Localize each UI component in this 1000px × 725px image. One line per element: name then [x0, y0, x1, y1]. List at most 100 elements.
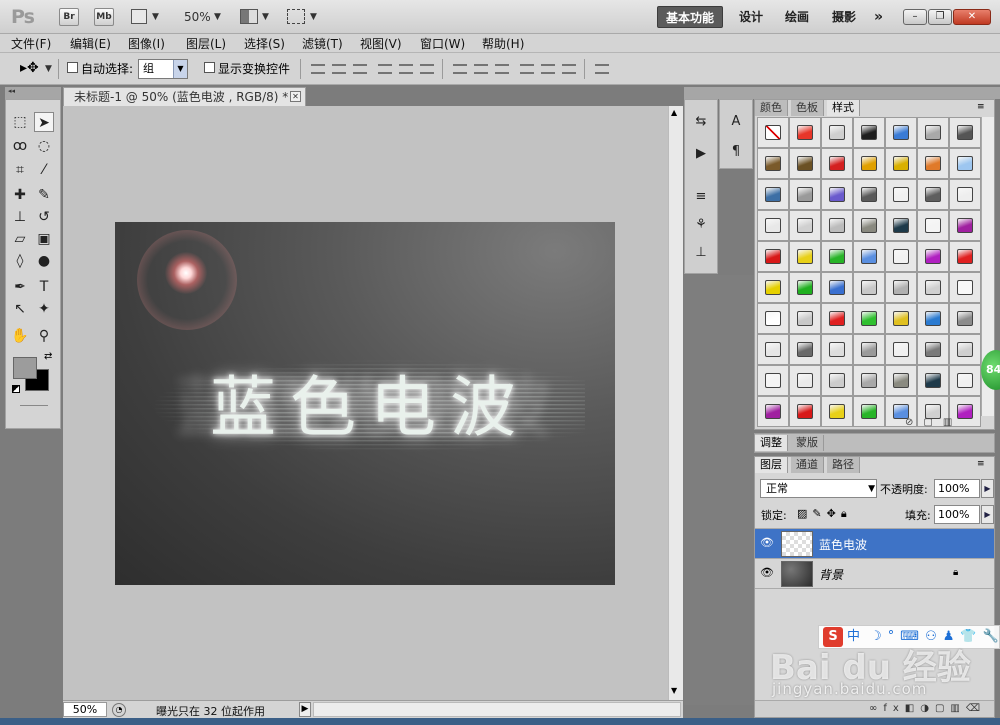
style-swatch[interactable] [853, 210, 885, 241]
align-top-icon[interactable] [311, 64, 325, 74]
workspace-photography[interactable]: 摄影 [824, 6, 864, 28]
style-swatch[interactable] [949, 117, 981, 148]
tab-masks[interactable]: 蒙版 [791, 435, 824, 451]
more-workspaces-button[interactable]: » [866, 6, 891, 28]
style-swatch[interactable] [949, 179, 981, 210]
workspace-design[interactable]: 设计 [731, 6, 771, 28]
distribute-center-icon[interactable] [474, 64, 488, 74]
style-swatch[interactable] [757, 365, 789, 396]
style-swatch[interactable] [821, 334, 853, 365]
brush-tool-icon[interactable]: ✎ [34, 185, 54, 205]
view-extras-icon[interactable] [131, 9, 147, 24]
lasso-tool-icon[interactable]: ꝏ [10, 136, 30, 156]
auto-select-target-select[interactable]: 组 ▼ [138, 59, 188, 79]
menu-image[interactable]: 图像(I) [128, 35, 165, 52]
history-panel-icon[interactable]: ⇆ [688, 110, 714, 134]
mini-bridge-button[interactable]: Mb [94, 8, 114, 26]
eye-icon[interactable]: 👁︎ [759, 566, 775, 580]
minimize-button[interactable]: – [903, 9, 927, 25]
foreground-color-swatch[interactable] [13, 357, 37, 379]
close-button[interactable]: ✕ [953, 9, 991, 25]
style-swatch[interactable] [885, 365, 917, 396]
style-swatch[interactable] [853, 303, 885, 334]
style-swatch[interactable] [949, 303, 981, 334]
chevron-down-icon[interactable]: ▼ [45, 64, 52, 74]
style-swatch[interactable] [917, 117, 949, 148]
menu-select[interactable]: 选择(S) [244, 35, 285, 52]
layers-footer-icons[interactable]: ∞fx◧◑▢▥⌫ [755, 700, 994, 717]
style-swatch[interactable] [853, 334, 885, 365]
style-swatch[interactable] [757, 148, 789, 179]
paragraph-panel-icon[interactable]: ¶ [723, 140, 749, 164]
style-swatch[interactable] [917, 241, 949, 272]
arrange-documents-icon[interactable] [240, 9, 258, 24]
style-swatch[interactable] [853, 365, 885, 396]
tab-color[interactable]: 颜色 [755, 100, 788, 116]
workspace-painting[interactable]: 绘画 [777, 6, 817, 28]
collapsed-panels-header[interactable] [684, 87, 754, 99]
style-swatch[interactable] [917, 272, 949, 303]
style-swatch[interactable] [821, 241, 853, 272]
custom-shape-icon[interactable]: ✦ [34, 299, 54, 319]
styles-footer-icons[interactable]: ⊘▢▥ [905, 417, 962, 428]
marquee-tool-icon[interactable]: ⬚ [10, 112, 30, 132]
style-swatch[interactable] [885, 148, 917, 179]
brush-presets-icon[interactable]: ≡ [688, 185, 714, 209]
align-right-icon[interactable] [420, 64, 434, 74]
path-selection-icon[interactable]: ↖ [10, 299, 30, 319]
style-swatch[interactable] [821, 210, 853, 241]
lock-options-icons[interactable]: ▨✎✥🔒︎ [797, 507, 852, 521]
style-swatch[interactable] [757, 303, 789, 334]
fill-slider-arrow-icon[interactable]: ▶ [981, 505, 994, 524]
align-bottom-icon[interactable] [353, 64, 367, 74]
style-swatch[interactable] [885, 303, 917, 334]
distribute-hcenter-icon[interactable] [541, 64, 555, 74]
zoom-level[interactable]: 50% [184, 10, 211, 24]
style-swatch[interactable] [885, 117, 917, 148]
align-vertical-center-icon[interactable] [332, 64, 346, 74]
status-menu-arrow-icon[interactable]: ▶ [299, 702, 311, 717]
style-swatch[interactable] [821, 396, 853, 427]
style-swatch[interactable] [821, 365, 853, 396]
vertical-scrollbar[interactable]: ▲ ▼ [668, 106, 683, 700]
style-swatch[interactable] [853, 148, 885, 179]
menu-help[interactable]: 帮助(H) [482, 35, 524, 52]
layer-row[interactable]: 👁︎ 蓝色电波 [755, 528, 994, 558]
hand-tool-icon[interactable]: ✋ [10, 326, 30, 346]
tab-layers[interactable]: 图层 [755, 457, 788, 473]
dodge-tool-icon[interactable]: ● [34, 251, 54, 271]
chevron-down-icon[interactable]: ▼ [214, 12, 221, 22]
style-swatch[interactable] [789, 179, 821, 210]
style-swatch[interactable] [789, 272, 821, 303]
style-swatch[interactable] [917, 179, 949, 210]
workspace-essentials[interactable]: 基本功能 [657, 6, 724, 28]
style-swatch[interactable] [757, 272, 789, 303]
style-swatch[interactable] [789, 396, 821, 427]
character-panel-icon[interactable]: A [723, 110, 749, 134]
tab-adjustments[interactable]: 调整 [755, 435, 788, 451]
eraser-tool-icon[interactable]: ▱ [10, 229, 30, 249]
style-swatch[interactable] [853, 396, 885, 427]
style-swatch[interactable] [789, 117, 821, 148]
style-swatch[interactable] [821, 179, 853, 210]
style-swatch[interactable] [949, 210, 981, 241]
scroll-up-icon[interactable]: ▲ [671, 108, 677, 117]
style-swatch[interactable] [917, 334, 949, 365]
right-dock-header[interactable] [754, 87, 1000, 99]
style-swatch[interactable] [789, 334, 821, 365]
crop-tool-icon[interactable]: ⌗ [10, 160, 30, 180]
style-swatch[interactable] [789, 210, 821, 241]
style-swatch[interactable] [789, 303, 821, 334]
auto-select-checkbox[interactable] [67, 62, 78, 73]
clone-stamp-icon[interactable]: ⊥ [10, 207, 30, 227]
tab-paths[interactable]: 路径 [827, 457, 860, 473]
style-swatch[interactable] [821, 117, 853, 148]
style-swatch[interactable] [885, 179, 917, 210]
actions-panel-icon[interactable]: ▶ [688, 142, 714, 166]
menu-layer[interactable]: 图层(L) [186, 35, 226, 52]
style-swatch[interactable] [757, 241, 789, 272]
menu-window[interactable]: 窗口(W) [420, 35, 465, 52]
style-swatch[interactable] [885, 241, 917, 272]
panel-menu-icon[interactable]: ≡ [977, 102, 985, 112]
style-swatch[interactable] [789, 365, 821, 396]
